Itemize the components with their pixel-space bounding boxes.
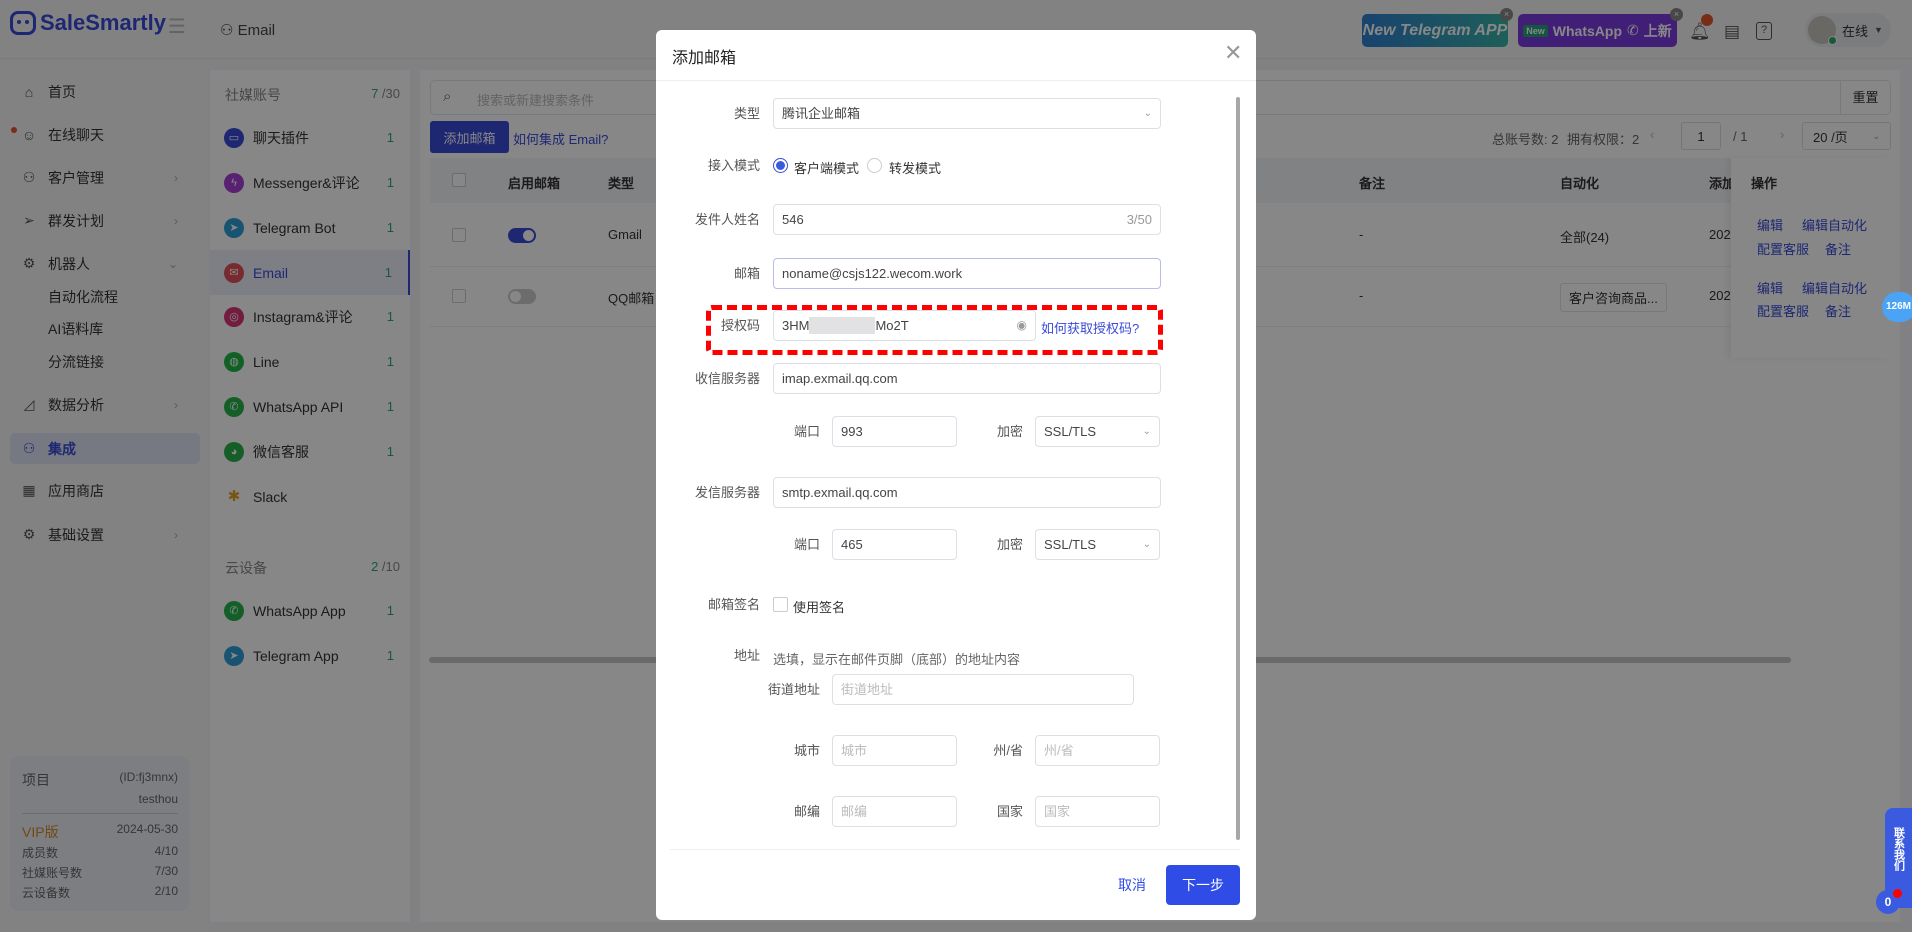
chevron-down-icon: ⌄: [1142, 539, 1151, 550]
client-mode-label[interactable]: 客户端模式: [794, 158, 859, 177]
smtp-encryption-label: 加密: [996, 537, 1023, 552]
imap-port-label: 端口: [793, 424, 820, 439]
address-label: 地址: [733, 648, 760, 663]
use-signature-checkbox[interactable]: [773, 597, 788, 612]
contact-us-label: 联系我们: [1892, 827, 1905, 871]
imap-server-value: imap.exmail.qq.com: [782, 371, 898, 386]
imap-label: 收信服务器: [694, 371, 760, 386]
forward-mode-label[interactable]: 转发模式: [889, 158, 941, 177]
city-input[interactable]: 城市: [832, 735, 957, 766]
country-input[interactable]: 国家: [1035, 796, 1160, 827]
smtp-port-value: 465: [841, 537, 863, 552]
email-input[interactable]: noname@csjs122.wecom.work: [773, 258, 1161, 289]
auth-code-input[interactable]: 3HM Mo2T ◉: [773, 310, 1036, 341]
smtp-encryption-value: SSL/TLS: [1044, 537, 1097, 552]
chat-widget-button[interactable]: 0: [1876, 889, 1902, 914]
country-label: 国家: [996, 804, 1023, 819]
zip-input[interactable]: 邮编: [832, 796, 957, 827]
sender-name-input[interactable]: 546 3/50: [773, 204, 1161, 235]
chevron-down-icon: ⌄: [1143, 108, 1152, 119]
chevron-down-icon: ⌄: [1142, 426, 1151, 437]
smtp-server-input[interactable]: smtp.exmail.qq.com: [773, 477, 1161, 508]
state-placeholder: 州/省: [1044, 743, 1074, 758]
state-input[interactable]: 州/省: [1035, 735, 1160, 766]
smtp-port-input[interactable]: 465: [832, 529, 957, 560]
type-value: 腾讯企业邮箱: [782, 106, 861, 121]
street-placeholder: 街道地址: [841, 682, 894, 697]
imap-encryption-value: SSL/TLS: [1044, 424, 1097, 439]
signature-label: 邮箱签名: [707, 597, 760, 612]
email-value: noname@csjs122.wecom.work: [782, 266, 963, 281]
street-input[interactable]: 街道地址: [832, 674, 1134, 705]
auth-code-prefix: 3HM: [782, 318, 810, 333]
email-label: 邮箱: [733, 266, 760, 281]
divider: [656, 80, 1256, 81]
smtp-label: 发信服务器: [694, 485, 760, 500]
use-signature-label[interactable]: 使用签名: [793, 597, 845, 616]
footer-divider: [670, 849, 1240, 850]
dialog-title: 添加邮箱: [672, 50, 737, 67]
imap-encryption-select[interactable]: SSL/TLS ⌄: [1035, 416, 1160, 447]
country-placeholder: 国家: [1044, 804, 1071, 819]
close-icon[interactable]: ✕: [1224, 40, 1242, 66]
char-counter: 3/50: [1126, 212, 1152, 227]
city-placeholder: 城市: [841, 743, 868, 758]
redacted-block: [809, 317, 876, 334]
add-mailbox-dialog: 添加邮箱 ✕ 类型 腾讯企业邮箱 ⌄ 接入模式 客户端模式 转发模式 发件人姓名 …: [656, 30, 1256, 920]
state-label: 州/省: [993, 743, 1023, 758]
sender-name-label: 发件人姓名: [694, 212, 760, 227]
next-step-button[interactable]: 下一步: [1166, 865, 1240, 905]
cancel-button[interactable]: 取消: [1111, 865, 1153, 905]
mode-label: 接入模式: [707, 158, 760, 173]
forward-mode-radio[interactable]: [867, 158, 882, 173]
dialog-scrollbar[interactable]: [1236, 97, 1240, 840]
address-hint: 选填，显示在邮件页脚（底部）的地址内容: [773, 652, 1021, 667]
client-mode-radio[interactable]: [773, 158, 788, 173]
memory-badge[interactable]: 126M: [1882, 292, 1912, 322]
auth-code-help-link[interactable]: 如何获取授权码?: [1041, 318, 1139, 337]
imap-port-value: 993: [841, 424, 863, 439]
zip-label: 邮编: [793, 804, 820, 819]
zip-placeholder: 邮编: [841, 804, 868, 819]
sender-name-value: 546: [782, 212, 804, 227]
imap-server-input[interactable]: imap.exmail.qq.com: [773, 363, 1161, 394]
imap-port-input[interactable]: 993: [832, 416, 957, 447]
smtp-port-label: 端口: [793, 537, 820, 552]
street-label: 街道地址: [767, 682, 820, 697]
eye-icon[interactable]: ◉: [1017, 311, 1027, 340]
smtp-server-value: smtp.exmail.qq.com: [782, 485, 898, 500]
smtp-encryption-select[interactable]: SSL/TLS ⌄: [1035, 529, 1160, 560]
imap-encryption-label: 加密: [996, 424, 1023, 439]
auth-code-suffix: Mo2T: [875, 318, 909, 333]
city-label: 城市: [793, 743, 820, 758]
auth-code-label: 授权码: [720, 318, 760, 333]
type-select[interactable]: 腾讯企业邮箱 ⌄: [773, 98, 1161, 129]
type-label: 类型: [733, 106, 760, 121]
